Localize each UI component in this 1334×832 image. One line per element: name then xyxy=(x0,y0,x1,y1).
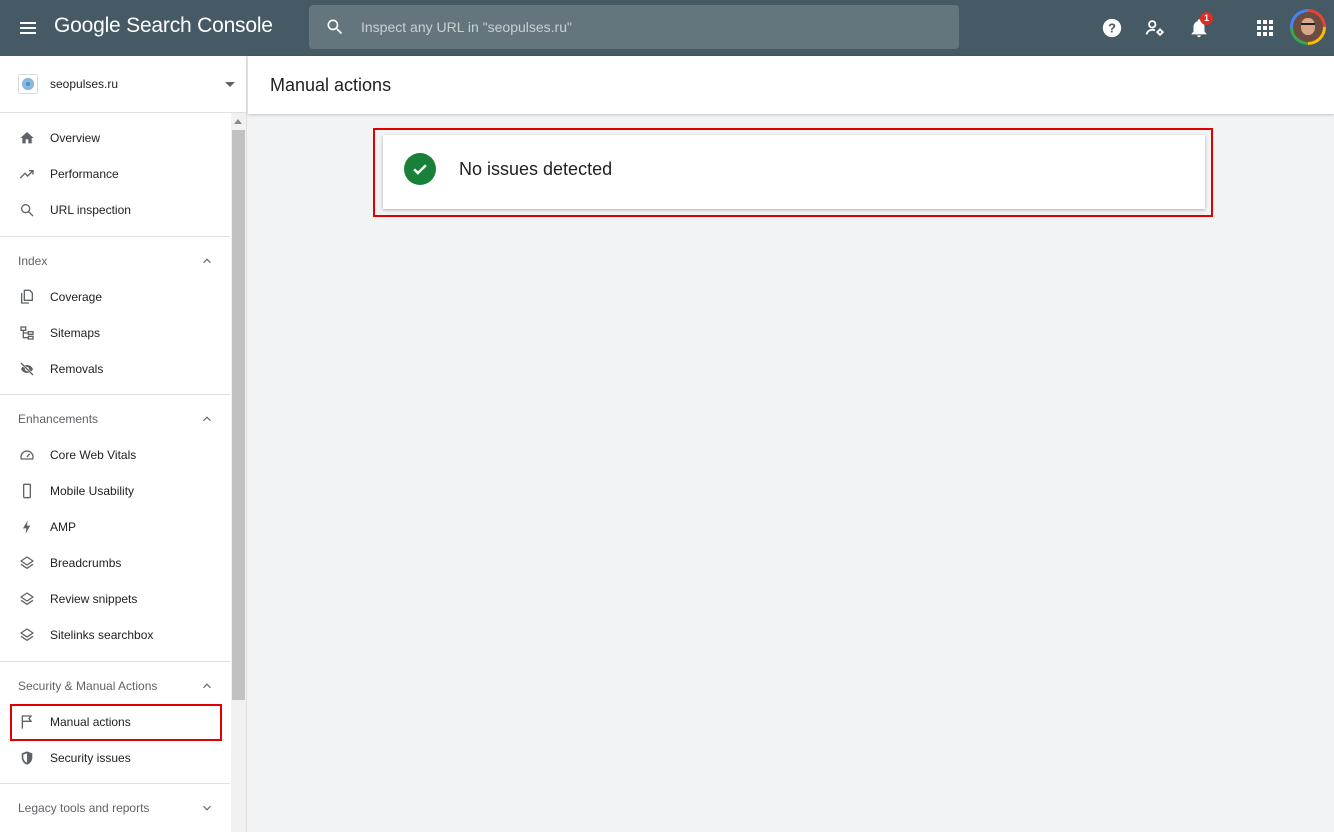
sidebar-item-label: Breadcrumbs xyxy=(50,556,122,570)
manage-users-icon[interactable] xyxy=(1141,14,1169,42)
sidebar-item-sitemaps[interactable]: Sitemaps xyxy=(0,315,230,351)
property-selector[interactable]: seopulses.ru xyxy=(0,56,247,113)
sidebar-item-security-issues[interactable]: Security issues xyxy=(0,740,230,776)
trending-up-icon xyxy=(18,165,36,183)
shield-icon xyxy=(18,749,36,767)
divider xyxy=(0,661,230,662)
sidebar-item-label: Core Web Vitals xyxy=(50,448,137,462)
divider xyxy=(0,236,230,237)
page-title: Manual actions xyxy=(270,75,392,95)
status-message: No issues detected xyxy=(459,159,613,179)
smartphone-icon xyxy=(18,482,36,500)
search-icon xyxy=(327,19,343,35)
sidebar-item-label: Security issues xyxy=(50,751,131,765)
home-icon xyxy=(18,129,36,147)
manual-actions-status-card: No issues detected xyxy=(383,135,1205,209)
section-header-enhancements[interactable]: Enhancements xyxy=(0,401,230,437)
sidebar-item-coverage[interactable]: Coverage xyxy=(0,279,230,315)
layers-icon xyxy=(18,626,36,644)
sidebar-item-label: Performance xyxy=(50,167,119,181)
sidebar-item-label: Removals xyxy=(50,362,104,376)
sidebar-item-label: AMP xyxy=(50,520,77,534)
manual-actions-highlight xyxy=(10,704,222,741)
section-header-security-manual-actions[interactable]: Security & Manual Actions xyxy=(0,668,230,704)
file-copy-icon xyxy=(18,288,36,306)
layers-icon xyxy=(18,554,36,572)
bolt-icon xyxy=(18,518,36,536)
apps-grid-icon[interactable] xyxy=(1251,14,1279,42)
visibility-off-icon xyxy=(18,360,36,378)
sidebar-item-amp[interactable]: AMP xyxy=(0,509,230,545)
sidebar-item-label: Overview xyxy=(50,131,101,145)
section-title: Enhancements xyxy=(18,412,99,426)
sidebar-item-label: Mobile Usability xyxy=(50,484,135,498)
search-icon xyxy=(18,201,36,219)
sidebar-item-label: Coverage xyxy=(50,290,103,304)
divider xyxy=(0,394,230,395)
divider xyxy=(0,783,230,784)
svg-text:?: ? xyxy=(1108,21,1116,36)
sidebar-item-label: Review snippets xyxy=(50,592,138,606)
section-title: Security & Manual Actions xyxy=(18,679,158,693)
speedometer-icon xyxy=(18,446,36,464)
menu-icon[interactable] xyxy=(14,14,42,42)
chevron-up-icon xyxy=(203,683,211,689)
section-title: Index xyxy=(18,254,48,268)
chevron-up-icon xyxy=(203,416,211,422)
top-app-bar: Google Search Console Inspect any URL in… xyxy=(0,0,1334,56)
layers-icon xyxy=(18,590,36,608)
section-title: Legacy tools and reports xyxy=(18,801,150,815)
sidebar-item-label: Sitemaps xyxy=(50,326,101,340)
sidebar-item-breadcrumbs[interactable]: Breadcrumbs xyxy=(0,545,230,581)
sidebar: seopulses.ru Overview Performance URL in… xyxy=(0,56,247,832)
help-icon[interactable]: ? xyxy=(1098,14,1126,42)
scroll-up-arrow-icon[interactable] xyxy=(234,119,242,124)
sidebar-item-url-inspection[interactable]: URL inspection xyxy=(0,192,230,228)
sitemap-icon xyxy=(18,324,36,342)
search-placeholder: Inspect any URL in "seopulses.ru" xyxy=(361,19,572,35)
sidebar-item-review-snippets[interactable]: Review snippets xyxy=(0,581,230,617)
property-name: seopulses.ru xyxy=(50,77,119,91)
account-avatar[interactable] xyxy=(1290,9,1326,45)
page-header: Manual actions xyxy=(248,56,1334,114)
sidebar-item-sitelinks-searchbox[interactable]: Sitelinks searchbox xyxy=(0,617,230,653)
sidebar-scrollbar-thumb[interactable] xyxy=(232,130,245,700)
chevron-up-icon xyxy=(203,258,211,264)
caret-down-icon xyxy=(225,82,235,87)
section-header-legacy-tools[interactable]: Legacy tools and reports xyxy=(0,790,230,826)
url-inspection-search[interactable]: Inspect any URL in "seopulses.ru" xyxy=(309,5,959,49)
sidebar-item-mobile-usability[interactable]: Mobile Usability xyxy=(0,473,230,509)
sidebar-item-label: URL inspection xyxy=(50,203,131,217)
sidebar-item-overview[interactable]: Overview xyxy=(0,120,230,156)
chevron-down-icon xyxy=(203,805,211,811)
check-circle-icon xyxy=(404,153,436,185)
sidebar-item-removals[interactable]: Removals xyxy=(0,351,230,387)
section-header-index[interactable]: Index xyxy=(0,243,230,279)
app-logo[interactable]: Google Search Console xyxy=(54,14,273,38)
sidebar-item-core-web-vitals[interactable]: Core Web Vitals xyxy=(0,437,230,473)
sidebar-item-label: Sitelinks searchbox xyxy=(50,628,154,642)
property-favicon-icon xyxy=(18,74,38,94)
notification-count-badge: 1 xyxy=(1200,12,1213,25)
sidebar-item-performance[interactable]: Performance xyxy=(0,156,230,192)
